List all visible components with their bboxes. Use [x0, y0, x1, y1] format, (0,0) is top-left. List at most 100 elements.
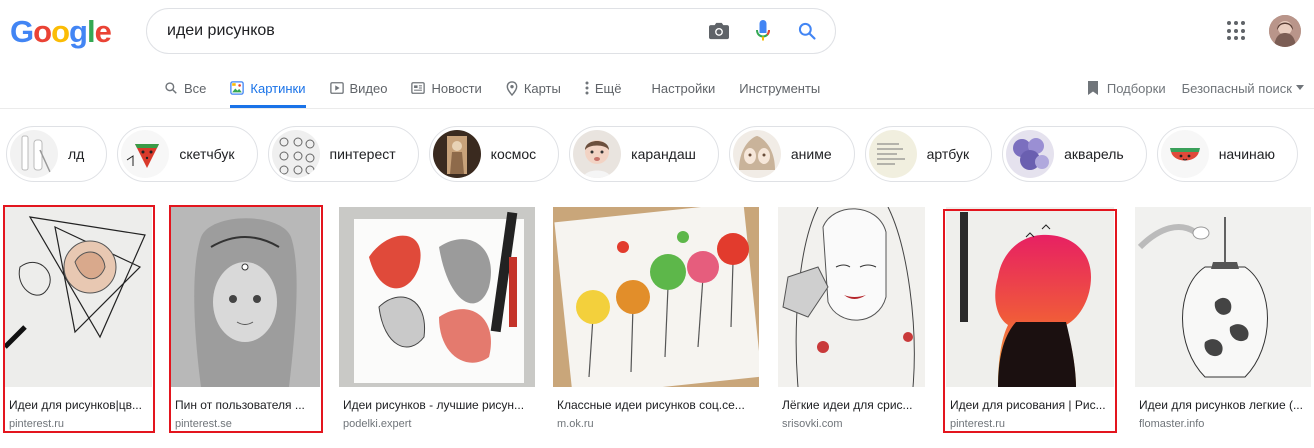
result-thumbnail[interactable]: [778, 207, 925, 387]
logo-letter: o: [51, 14, 70, 49]
news-icon: [411, 81, 426, 95]
result-source[interactable]: pinterest.ru: [9, 417, 148, 431]
avatar[interactable]: [1269, 15, 1301, 47]
image-result[interactable]: Идеи для рисования | Рис... pinterest.ru: [946, 207, 1114, 431]
apps-grid-icon[interactable]: [1227, 21, 1247, 41]
result-title[interactable]: Идеи для рисунков|цв...: [9, 397, 148, 413]
chip-thumbnail: [1006, 130, 1055, 178]
result-source[interactable]: m.ok.ru: [557, 417, 755, 431]
tab-label: Видео: [349, 80, 388, 96]
chip-thumbnail: [732, 130, 781, 178]
result-source[interactable]: pinterest.ru: [950, 417, 1110, 431]
result-title[interactable]: Идеи для рисования | Рис...: [950, 397, 1110, 413]
chip-kosmos[interactable]: космос: [428, 126, 560, 182]
more-vert-icon: [585, 81, 589, 95]
video-icon: [329, 81, 344, 95]
image-result[interactable]: Идеи для рисунков|цв... pinterest.ru: [5, 207, 152, 431]
chip-thumbnail: [432, 130, 481, 178]
chip-label: аниме: [790, 146, 832, 162]
search-box[interactable]: идеи рисунков: [146, 8, 836, 54]
result-title[interactable]: Идеи рисунков - лучшие рисун...: [343, 397, 531, 413]
search-icon[interactable]: [785, 9, 829, 53]
chip-ld[interactable]: лд: [6, 126, 108, 182]
chip-label: пинтерест: [329, 146, 396, 162]
image-result[interactable]: Лёгкие идеи для срис... srisovki.com: [778, 207, 925, 431]
result-title[interactable]: Классные идеи рисунков соц.се...: [557, 397, 755, 413]
chip-karandash[interactable]: карандаш: [569, 126, 719, 182]
google-logo[interactable]: Google: [10, 14, 112, 50]
safe-search-dropdown[interactable]: Безопасный поиск: [1182, 81, 1304, 96]
search-input[interactable]: идеи рисунков: [167, 22, 697, 40]
collections-label: Подборки: [1106, 80, 1166, 96]
chip-artbook[interactable]: артбук: [864, 126, 993, 182]
bookmark-icon: [1087, 80, 1099, 96]
chip-thumbnail: [10, 130, 58, 178]
logo-letter: G: [10, 14, 34, 49]
result-title[interactable]: Лёгкие идеи для срис...: [782, 397, 921, 413]
settings-label: Настройки: [651, 80, 716, 96]
image-result[interactable]: Классные идеи рисунков соц.се... m.ok.ru: [553, 207, 759, 431]
image-icon: [230, 81, 245, 95]
tab-news[interactable]: Новости: [411, 70, 482, 106]
image-result[interactable]: Пин от пользователя ... pinterest.se: [171, 207, 320, 431]
chip-label: скетчбук: [179, 146, 235, 162]
result-thumbnail[interactable]: [553, 207, 759, 387]
result-source[interactable]: flomaster.info: [1139, 417, 1307, 431]
collections-link[interactable]: Подборки: [1087, 80, 1166, 96]
chip-thumbnail: [121, 130, 170, 178]
tab-images[interactable]: Картинки: [230, 70, 306, 108]
tab-label: Ещё: [594, 80, 622, 96]
tab-label: Все: [184, 80, 207, 96]
result-thumbnail[interactable]: [946, 207, 1114, 387]
related-searches-chips: лд скетчбук пинтерест космос карандаш ан…: [6, 126, 1308, 182]
settings-link[interactable]: Настройки: [651, 70, 715, 106]
chip-anime[interactable]: аниме: [728, 126, 855, 182]
chip-thumbnail: [271, 130, 320, 178]
right-tools: Подборки Безопасный поиск: [1071, 70, 1304, 106]
result-source[interactable]: srisovki.com: [782, 417, 921, 431]
tools-label: Инструменты: [739, 80, 821, 96]
tab-video[interactable]: Видео: [329, 70, 388, 106]
safe-search-label: Безопасный поиск: [1181, 80, 1292, 96]
chip-label: акварель: [1064, 146, 1124, 162]
result-source[interactable]: pinterest.se: [175, 417, 316, 431]
chip-sketchbook[interactable]: скетчбук: [117, 126, 258, 182]
tab-more[interactable]: Ещё: [585, 70, 622, 106]
chevron-down-icon: [1296, 85, 1304, 91]
chip-label: карандаш: [631, 146, 696, 162]
mic-icon[interactable]: [741, 9, 785, 53]
logo-letter: e: [94, 14, 112, 49]
image-result[interactable]: Идеи рисунков - лучшие рисун... podelki.…: [339, 207, 535, 431]
header-divider: [0, 108, 1314, 109]
chip-thumbnail: [868, 130, 917, 178]
chip-nachinayuschikh[interactable]: начинаю: [1156, 126, 1299, 182]
result-thumbnail[interactable]: [339, 207, 535, 387]
result-source[interactable]: podelki.expert: [343, 417, 531, 431]
result-thumbnail[interactable]: [171, 207, 320, 387]
search-icon: [164, 81, 178, 95]
chip-label: начинаю: [1218, 146, 1276, 162]
result-title[interactable]: Идеи для рисунков легкие (...: [1139, 397, 1307, 413]
camera-icon[interactable]: [697, 9, 741, 53]
tools-link[interactable]: Инструменты: [739, 70, 820, 106]
chip-label: лд: [68, 146, 85, 162]
chip-label: артбук: [926, 146, 970, 162]
result-thumbnail[interactable]: [1135, 207, 1311, 387]
logo-letter: g: [69, 14, 88, 49]
tab-maps[interactable]: Карты: [506, 70, 561, 106]
chip-label: космос: [490, 146, 537, 162]
search-tabs: Все Картинки Видео Новости Карты Ещё Нас…: [164, 70, 844, 108]
result-title[interactable]: Пин от пользователя ...: [175, 397, 316, 413]
image-result[interactable]: Идеи для рисунков легкие (... flomaster.…: [1135, 207, 1311, 431]
logo-letter: o: [33, 14, 52, 49]
result-thumbnail[interactable]: [5, 207, 152, 387]
chip-pinterest[interactable]: пинтерест: [267, 126, 419, 182]
tab-label: Картинки: [250, 80, 306, 96]
tab-all[interactable]: Все: [164, 70, 206, 106]
map-pin-icon: [506, 80, 518, 96]
chip-thumbnail: [573, 130, 622, 178]
chips-scroll-fade: [1296, 122, 1314, 186]
chip-akvarel[interactable]: акварель: [1002, 126, 1147, 182]
logo-letter: l: [86, 14, 96, 49]
tab-label: Новости: [431, 80, 482, 96]
